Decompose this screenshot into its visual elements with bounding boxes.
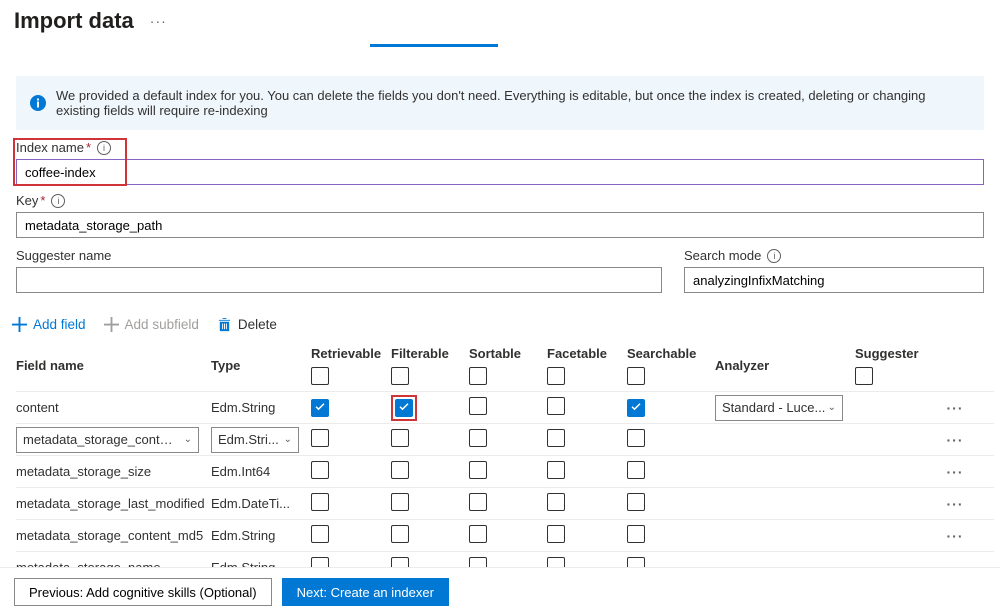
field-name: content <box>16 400 211 415</box>
checkbox-all-retrievable[interactable] <box>311 367 329 385</box>
info-hint-icon[interactable]: i <box>97 141 111 155</box>
type-dropdown[interactable]: Edm.Stri...⌄ <box>211 427 299 453</box>
table-header: Field name Type Retrievable Filterable S… <box>16 342 994 391</box>
checkbox-searchable[interactable] <box>627 525 645 543</box>
table-row: metadata_storage_content_md5Edm.String ··… <box>16 519 994 551</box>
checkbox-facetable[interactable] <box>547 525 565 543</box>
field-type: Edm.String <box>211 528 311 543</box>
checkbox-filterable[interactable] <box>391 493 409 511</box>
checkbox-retrievable[interactable] <box>311 429 329 447</box>
table-row: metadata_storage_sizeEdm.Int64 ··· <box>16 455 994 487</box>
key-input[interactable] <box>16 212 984 238</box>
checkbox-searchable[interactable] <box>627 461 645 479</box>
checkbox-retrievable[interactable] <box>311 525 329 543</box>
analyzer-dropdown[interactable]: Standard - Luce...⌄ <box>715 395 843 421</box>
field-type: Edm.DateTi... <box>211 496 311 511</box>
checkbox-filterable[interactable] <box>395 399 413 417</box>
info-text: We provided a default index for you. You… <box>56 88 970 118</box>
col-facetable: Facetable <box>547 346 607 361</box>
trash-icon <box>217 317 232 332</box>
checkbox-all-filterable[interactable] <box>391 367 409 385</box>
col-searchable: Searchable <box>627 346 696 361</box>
col-filterable: Filterable <box>391 346 449 361</box>
next-button[interactable]: Next: Create an indexer <box>282 578 449 606</box>
checkbox-retrievable[interactable] <box>311 399 329 417</box>
checkbox-facetable[interactable] <box>547 493 565 511</box>
col-analyzer: Analyzer <box>715 358 855 373</box>
plus-icon <box>104 317 119 332</box>
checkbox-filterable[interactable] <box>391 429 409 447</box>
info-icon <box>30 95 46 111</box>
checkbox-sortable[interactable] <box>469 461 487 479</box>
filterable-highlight <box>391 395 417 421</box>
row-more-icon[interactable]: ··· <box>935 400 975 416</box>
chevron-down-icon: ⌄ <box>828 402 836 413</box>
active-tab-indicator <box>370 44 498 47</box>
footer: Previous: Add cognitive skills (Optional… <box>0 567 1000 616</box>
checkbox-searchable[interactable] <box>627 399 645 417</box>
page-title: Import data <box>14 8 134 34</box>
info-hint-icon[interactable]: i <box>767 249 781 263</box>
checkbox-filterable[interactable] <box>391 525 409 543</box>
add-subfield-button: Add subfield <box>104 317 199 332</box>
plus-icon <box>12 317 27 332</box>
field-type: Edm.Int64 <box>211 464 311 479</box>
table-row: metadata_storage_content_ty...⌄ Edm.Stri.… <box>16 423 994 455</box>
search-mode-label: Search mode <box>684 248 761 263</box>
chevron-down-icon: ⌄ <box>284 434 292 445</box>
checkbox-facetable[interactable] <box>547 461 565 479</box>
checkbox-sortable[interactable] <box>469 397 487 415</box>
col-field-name: Field name <box>16 358 211 373</box>
checkbox-searchable[interactable] <box>627 429 645 447</box>
field-name: metadata_storage_content_md5 <box>16 528 211 543</box>
col-suggester: Suggester <box>855 346 919 361</box>
search-mode-input[interactable] <box>684 267 984 293</box>
index-name-input[interactable] <box>16 159 984 185</box>
checkbox-all-facetable[interactable] <box>547 367 565 385</box>
index-name-label: Index name <box>16 140 84 155</box>
checkbox-all-suggester[interactable] <box>855 367 873 385</box>
row-more-icon[interactable]: ··· <box>935 528 975 544</box>
info-banner: We provided a default index for you. You… <box>16 76 984 130</box>
info-hint-icon[interactable]: i <box>51 194 65 208</box>
checkbox-sortable[interactable] <box>469 429 487 447</box>
col-sortable: Sortable <box>469 346 521 361</box>
checkbox-searchable[interactable] <box>627 493 645 511</box>
row-more-icon[interactable]: ··· <box>935 432 975 448</box>
checkbox-all-searchable[interactable] <box>627 367 645 385</box>
checkbox-facetable[interactable] <box>547 397 565 415</box>
checkbox-retrievable[interactable] <box>311 461 329 479</box>
delete-button[interactable]: Delete <box>217 317 277 332</box>
required-marker: * <box>86 140 91 155</box>
header-more-icon[interactable]: ··· <box>150 13 167 29</box>
chevron-down-icon: ⌄ <box>184 434 192 445</box>
row-more-icon[interactable]: ··· <box>935 496 975 512</box>
col-retrievable: Retrievable <box>311 346 381 361</box>
table-row: contentEdm.String Standard - Luce...⌄ ··· <box>16 391 994 423</box>
checkbox-filterable[interactable] <box>391 461 409 479</box>
previous-button[interactable]: Previous: Add cognitive skills (Optional… <box>14 578 272 606</box>
required-marker: * <box>40 193 45 208</box>
field-name-dropdown[interactable]: metadata_storage_content_ty...⌄ <box>16 427 199 453</box>
field-name: metadata_storage_last_modified <box>16 496 211 511</box>
table-row: metadata_storage_last_modifiedEdm.DateTi… <box>16 487 994 519</box>
field-type: Edm.String <box>211 400 311 415</box>
suggester-name-label: Suggester name <box>16 248 111 263</box>
suggester-name-input[interactable] <box>16 267 662 293</box>
checkbox-facetable[interactable] <box>547 429 565 447</box>
row-more-icon[interactable]: ··· <box>935 464 975 480</box>
field-name: metadata_storage_size <box>16 464 211 479</box>
checkbox-retrievable[interactable] <box>311 493 329 511</box>
checkbox-sortable[interactable] <box>469 493 487 511</box>
col-type: Type <box>211 358 311 373</box>
checkbox-all-sortable[interactable] <box>469 367 487 385</box>
key-label: Key <box>16 193 38 208</box>
checkbox-sortable[interactable] <box>469 525 487 543</box>
add-field-button[interactable]: Add field <box>12 317 86 332</box>
